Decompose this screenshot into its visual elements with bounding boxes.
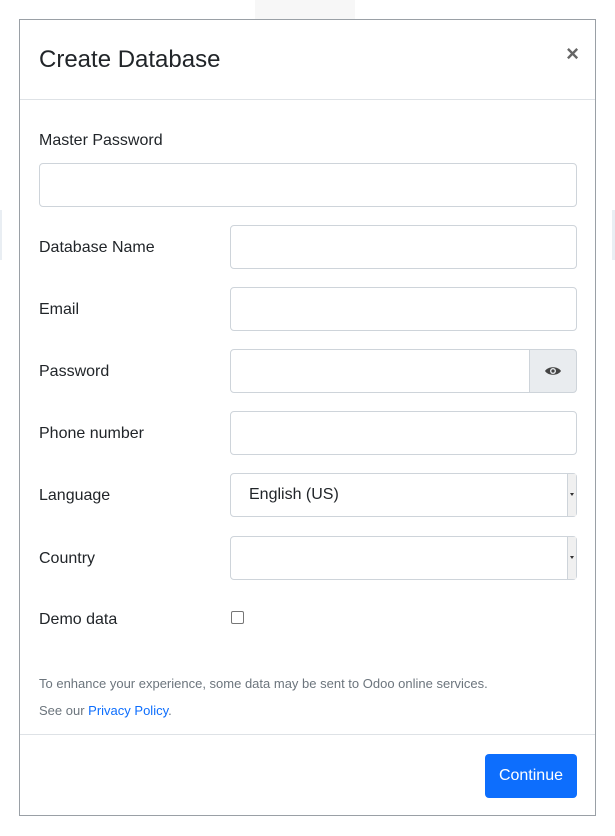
data-sharing-notice: To enhance your experience, some data ma…	[39, 670, 579, 724]
demo-data-label: Demo data	[39, 611, 118, 628]
master-password-label: Master Password	[39, 132, 163, 149]
language-label: Language	[39, 487, 111, 504]
dropdown-arrow-icon	[567, 537, 576, 579]
backdrop-element	[255, 0, 355, 20]
privacy-policy-link[interactable]: Privacy Policy	[88, 703, 168, 718]
dropdown-arrow-icon	[567, 474, 576, 516]
password-input[interactable]	[230, 349, 530, 393]
email-label: Email	[39, 301, 80, 318]
notice-suffix: .	[168, 703, 172, 718]
backdrop-element	[0, 210, 2, 260]
show-password-button[interactable]	[529, 349, 577, 393]
database-name-input[interactable]	[230, 225, 577, 269]
password-label: Password	[39, 363, 110, 380]
demo-data-checkbox[interactable]	[231, 611, 244, 624]
notice-see-our: See our	[39, 703, 85, 718]
notice-policy-line: See our Privacy Policy.	[39, 697, 579, 724]
language-selected-value: English (US)	[249, 486, 339, 503]
dialog-header: Create Database ×	[20, 20, 595, 100]
master-password-input[interactable]	[39, 163, 577, 207]
country-select[interactable]	[230, 536, 577, 580]
eye-icon	[545, 367, 561, 375]
close-icon[interactable]: ×	[566, 40, 579, 68]
dialog-title: Create Database	[39, 46, 221, 73]
dialog-footer: Continue	[20, 734, 595, 816]
continue-button[interactable]: Continue	[484, 754, 577, 798]
database-name-label: Database Name	[39, 239, 155, 256]
create-database-dialog: Create Database × Master Password Databa…	[19, 19, 596, 816]
language-select[interactable]: English (US)	[230, 473, 577, 517]
phone-number-input[interactable]	[230, 411, 577, 455]
country-label: Country	[39, 550, 96, 567]
phone-number-label: Phone number	[39, 425, 144, 442]
notice-line: To enhance your experience, some data ma…	[39, 676, 488, 691]
email-input[interactable]	[230, 287, 577, 331]
